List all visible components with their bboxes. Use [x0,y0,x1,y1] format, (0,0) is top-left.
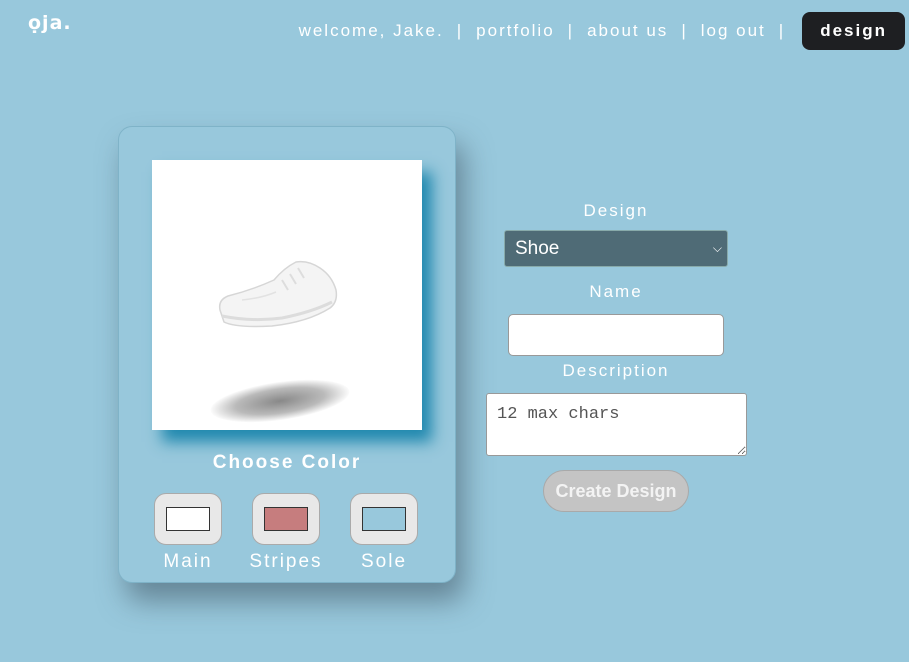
nav-separator: | [778,21,786,40]
shoe-shadow [208,372,352,430]
sole-color-swatch [362,507,406,531]
sole-color-button[interactable] [350,493,418,545]
design-select-value: Shoe [515,238,560,259]
shoe-preview [152,160,422,430]
nav-link-about[interactable]: about us [587,21,668,41]
nav-separator: | [681,21,688,40]
description-label: Description [562,361,670,380]
nav-separator: | [567,21,575,40]
stripes-color-swatch [264,507,308,531]
description-textarea[interactable]: 12 max chars [486,393,747,456]
swatch-main: Main [143,493,233,573]
main-color-label: Main [163,551,213,572]
design-nav-button[interactable]: design [802,12,905,50]
nav-separator: | [456,21,464,40]
swatch-sole: Sole [339,493,429,573]
name-label: Name [589,282,643,301]
create-design-button[interactable]: Create Design [543,470,689,512]
logo[interactable]: ọja. [28,12,72,34]
choose-color-title: Choose Color [212,452,362,473]
welcome-text: welcome, Jake. [298,21,444,40]
chevron-down-icon: ⌵ [712,241,722,255]
top-nav: welcome, Jake. | portfolio | about us | … [299,12,905,50]
design-label: Design [583,201,649,220]
sole-color-label: Sole [360,551,408,572]
main-color-button[interactable] [154,493,222,545]
stripes-color-label: Stripes [249,551,323,572]
design-preview-card: Choose Color Main Stripes Sole [118,126,456,583]
name-input[interactable] [508,314,724,356]
design-select[interactable]: Shoe ⌵ [504,230,728,267]
swatch-stripes: Stripes [241,493,331,573]
sneaker-icon [218,260,338,328]
stripes-color-button[interactable] [252,493,320,545]
main-color-swatch [166,507,210,531]
nav-link-portfolio[interactable]: portfolio [476,21,554,41]
nav-link-logout[interactable]: log out [701,21,766,41]
